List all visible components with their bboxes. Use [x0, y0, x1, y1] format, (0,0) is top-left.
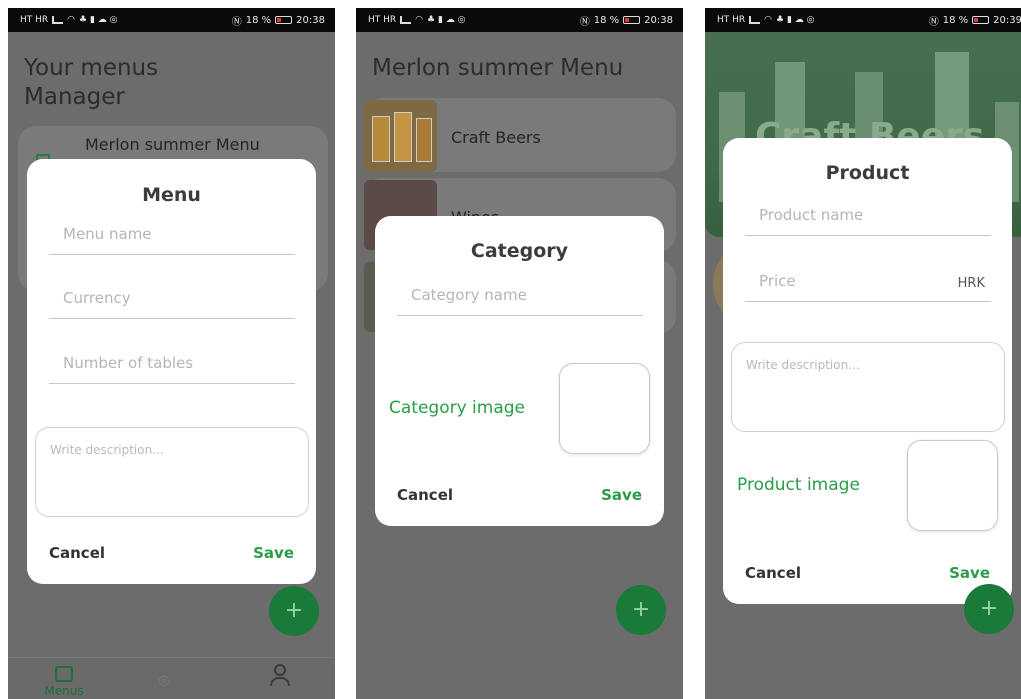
battery-percent: 18 % [593, 14, 620, 26]
price-field[interactable]: Price HRK [745, 264, 991, 302]
nav-item-menus[interactable]: Menus [41, 666, 87, 698]
eye-icon: ◎ [158, 673, 170, 688]
dialog-title: Category [470, 240, 569, 262]
product-name-field[interactable]: Product name [745, 198, 991, 236]
phone-screen-products: HT HR ◠ ♣ ▮ ☁ ◎ Ⓝ 18 % 20:39 Craft Beers… [705, 8, 1021, 699]
description-textarea[interactable]: Write description... [35, 427, 309, 517]
clock: 20:38 [644, 14, 673, 26]
add-fab-button[interactable]: + [964, 584, 1014, 634]
category-image-label: Category image [389, 398, 526, 418]
product-dialog: Product Product name Price HRK Write des… [723, 138, 1012, 604]
nfc-icon: Ⓝ [928, 16, 939, 28]
clock: 20:38 [296, 14, 325, 26]
page-title: Merlon summer Menu [372, 55, 624, 81]
signal-icon [400, 16, 412, 24]
page-title: Your menus Manager [24, 55, 159, 110]
status-bar: HT HR ◠ ♣ ▮ ☁ ◎ Ⓝ 18 % 20:38 [356, 8, 683, 32]
notification-icons: ♣ ▮ ☁ ◎ [427, 15, 466, 25]
category-name: Craft Beers [451, 128, 541, 147]
signal-icon [52, 16, 64, 24]
currency-suffix: HRK [957, 276, 985, 291]
battery-percent: 18 % [942, 14, 969, 26]
user-icon [274, 664, 286, 676]
description-textarea[interactable]: Write description... [731, 342, 1005, 432]
cancel-button[interactable]: Cancel [397, 486, 453, 504]
battery-icon [623, 16, 641, 24]
menu-dialog: Menu Menu name Currency Number of tables… [27, 159, 316, 584]
save-button[interactable]: Save [253, 544, 294, 562]
cancel-button[interactable]: Cancel [745, 564, 801, 582]
carrier-label: HT HR [717, 15, 746, 25]
battery-percent: 18 % [245, 14, 272, 26]
add-fab-button[interactable]: + [269, 586, 319, 636]
product-image-picker[interactable] [907, 440, 998, 531]
wifi-icon: ◠ [764, 15, 773, 25]
phone-screen-menus: HT HR ◠ ♣ ▮ ☁ ◎ Ⓝ 18 % 20:38 Your menus … [8, 8, 335, 699]
save-button[interactable]: Save [601, 486, 642, 504]
cancel-button[interactable]: Cancel [49, 544, 105, 562]
category-image-picker[interactable] [559, 363, 650, 454]
status-bar: HT HR ◠ ♣ ▮ ☁ ◎ Ⓝ 18 % 20:39 [705, 8, 1021, 32]
notification-icons: ♣ ▮ ☁ ◎ [79, 15, 118, 25]
save-button[interactable]: Save [949, 564, 990, 582]
battery-icon [972, 16, 990, 24]
wifi-icon: ◠ [67, 15, 76, 25]
clock: 20:39 [993, 14, 1021, 26]
product-image-label: Product image [737, 475, 860, 495]
category-thumbnail [364, 100, 437, 172]
menu-name-field[interactable]: Menu name [49, 217, 295, 255]
add-fab-button[interactable]: + [616, 585, 666, 635]
nfc-icon: Ⓝ [231, 16, 242, 28]
number-of-tables-field[interactable]: Number of tables [49, 346, 295, 384]
category-name-field[interactable]: Category name [397, 278, 643, 316]
currency-field[interactable]: Currency [49, 281, 295, 319]
dialog-title: Menu [142, 184, 201, 206]
wifi-icon: ◠ [415, 15, 424, 25]
dialog-title: Product [825, 162, 910, 184]
nfc-icon: Ⓝ [579, 16, 590, 28]
menu-card-title: Merlon summer Menu [85, 135, 260, 154]
nav-item-preview[interactable]: ◎ [158, 673, 169, 688]
bottom-navigation: Menus ◎ [8, 657, 335, 699]
list-icon [55, 666, 73, 682]
carrier-label: HT HR [368, 15, 397, 25]
category-dialog: Category Category name Category image Ca… [375, 216, 664, 526]
battery-icon [275, 16, 293, 24]
notification-icons: ♣ ▮ ☁ ◎ [776, 15, 815, 25]
signal-icon [749, 16, 761, 24]
nav-item-profile[interactable] [270, 664, 290, 686]
phone-screen-categories: HT HR ◠ ♣ ▮ ☁ ◎ Ⓝ 18 % 20:38 Merlon summ… [356, 8, 683, 699]
carrier-label: HT HR [20, 15, 49, 25]
status-bar: HT HR ◠ ♣ ▮ ☁ ◎ Ⓝ 18 % 20:38 [8, 8, 335, 32]
